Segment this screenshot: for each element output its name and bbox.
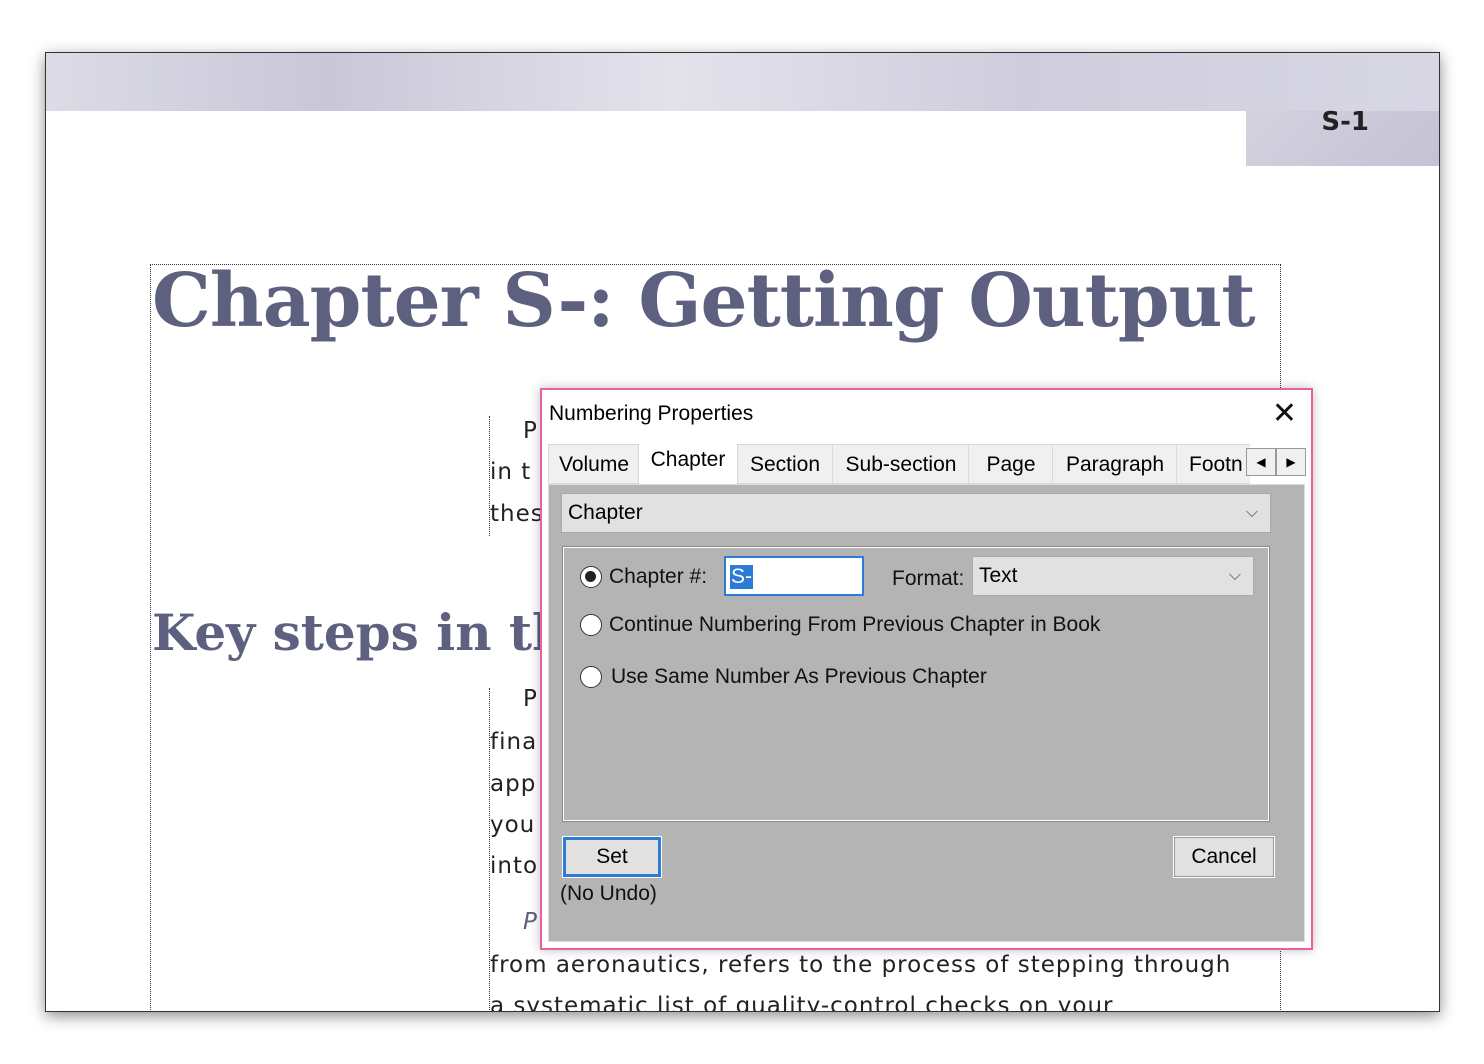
set-button[interactable]: Set — [562, 836, 662, 878]
tab-scroll-right-icon[interactable]: ▶ — [1276, 448, 1306, 476]
tab-bar: Volume Chapter Section Sub-section Page … — [548, 444, 1250, 484]
format-dropdown[interactable]: Text ⌵ — [972, 556, 1254, 596]
chapter-number-radio[interactable] — [580, 566, 602, 588]
body-text: app — [490, 771, 537, 797]
chapter-number-value: S- — [730, 565, 753, 589]
format-value: Text — [979, 564, 1018, 587]
same-number-label: Use Same Number As Previous Chapter — [611, 665, 987, 688]
chapter-number-input[interactable]: S- — [724, 556, 864, 596]
tab-page[interactable]: Page — [968, 444, 1054, 484]
tab-paragraph[interactable]: Paragraph — [1052, 444, 1178, 484]
page-banner — [46, 53, 1439, 111]
continue-numbering-label: Continue Numbering From Previous Chapter… — [609, 613, 1101, 636]
continue-numbering-radio[interactable] — [580, 614, 602, 636]
scope-value: Chapter — [568, 501, 643, 524]
tab-volume[interactable]: Volume — [548, 444, 640, 484]
body-text: from aeronautics, refers to the process … — [490, 952, 1232, 978]
tab-chapter[interactable]: Chapter — [638, 444, 738, 484]
numbering-options-group: Chapter #: S- Format: Text ⌵ Continue Nu… — [562, 546, 1270, 822]
folio-number: S-1 — [1321, 107, 1369, 137]
chapter-heading: Chapter S-: Getting Output — [152, 258, 1256, 344]
tab-scroll-left-icon[interactable]: ◀ — [1246, 448, 1276, 476]
chapter-number-label: Chapter #: — [609, 565, 708, 588]
tab-sub-section[interactable]: Sub-section — [832, 444, 970, 484]
cancel-button[interactable]: Cancel — [1173, 836, 1275, 878]
body-text: P — [523, 686, 538, 712]
tab-panel: Chapter ⌵ Chapter #: S- Format: Text ⌵ C… — [548, 484, 1305, 942]
body-text: fina — [490, 729, 538, 755]
section-heading: Key steps in the — [152, 603, 601, 662]
tab-footnote[interactable]: Footn — [1176, 444, 1250, 484]
scope-dropdown[interactable]: Chapter ⌵ — [561, 493, 1271, 533]
close-icon[interactable]: ✕ — [1272, 396, 1297, 431]
body-text: a systematic list of quality-control che… — [490, 993, 1114, 1012]
chevron-down-icon: ⌵ — [1228, 567, 1241, 584]
dialog-title: Numbering Properties — [549, 402, 754, 425]
body-text: into — [490, 853, 539, 879]
body-text: thes — [490, 501, 544, 527]
same-number-radio[interactable] — [580, 666, 602, 688]
body-text: P — [523, 418, 538, 444]
format-label: Format: — [892, 567, 965, 590]
body-text: in t — [490, 459, 532, 485]
body-text: P — [523, 909, 538, 935]
body-text: you — [490, 812, 536, 838]
no-undo-note: (No Undo) — [560, 882, 657, 905]
tab-section[interactable]: Section — [736, 444, 834, 484]
numbering-properties-dialog: Numbering Properties ✕ Volume Chapter Se… — [540, 388, 1313, 950]
chevron-down-icon: ⌵ — [1245, 504, 1258, 521]
